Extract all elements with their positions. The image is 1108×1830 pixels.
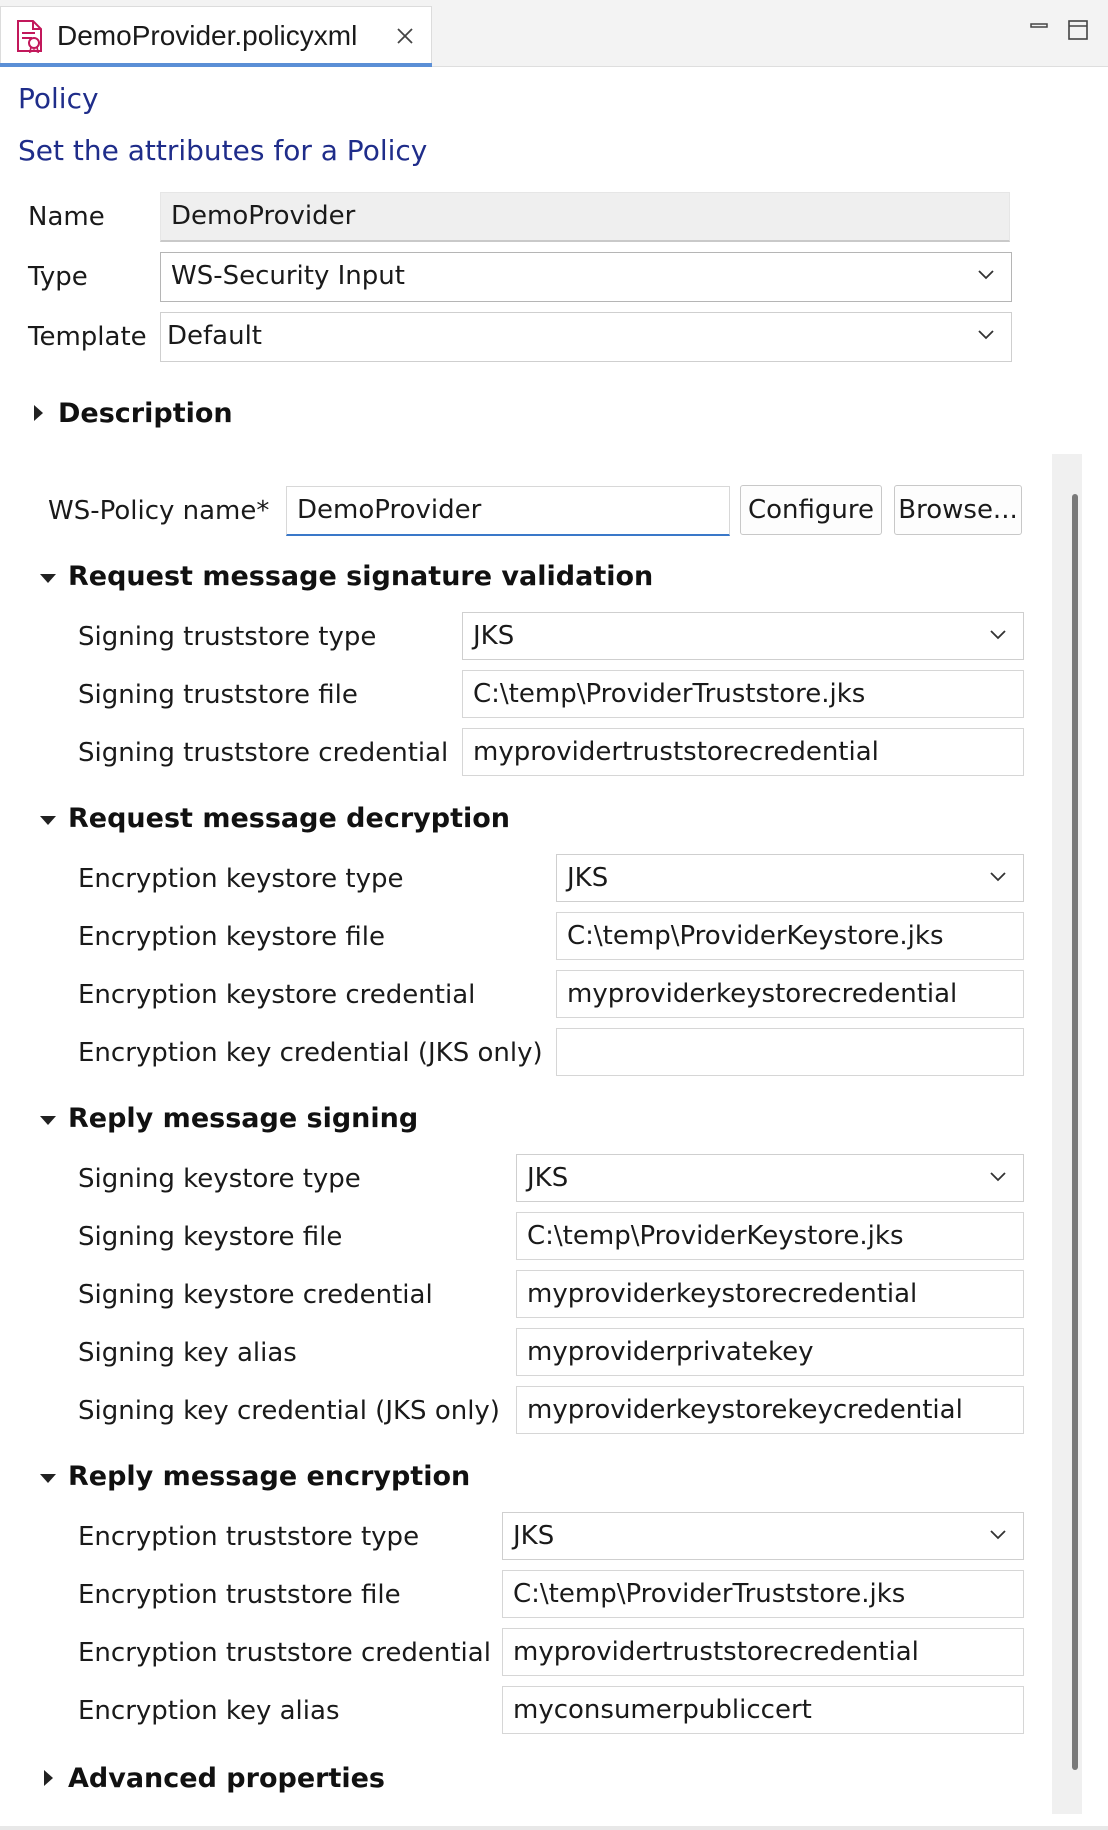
signing-truststore-type-label: Signing truststore type <box>78 622 377 652</box>
type-value: WS-Security Input <box>171 261 405 291</box>
signing-key-credential-label: Signing key credential (JKS only) <box>78 1396 500 1426</box>
signing-truststore-credential-input[interactable]: myprovidertruststorecredential <box>462 728 1024 776</box>
signing-key-credential-value: myproviderkeystorekeycredential <box>527 1395 963 1425</box>
reply-encryption-section[interactable]: Reply message encryption <box>68 1460 470 1494</box>
encryption-keystore-credential-input[interactable]: myproviderkeystorecredential <box>556 970 1024 1018</box>
signing-keystore-type-label: Signing keystore type <box>78 1164 361 1194</box>
chevron-down-icon <box>990 630 1006 640</box>
encryption-key-alias-label: Encryption key alias <box>78 1696 340 1726</box>
signing-truststore-type-select[interactable]: JKS <box>462 612 1024 660</box>
reply-signing-section[interactable]: Reply message signing <box>68 1102 418 1136</box>
collapse-icon[interactable] <box>40 1474 56 1483</box>
ws-policy-value: DemoProvider <box>297 495 482 525</box>
chevron-down-icon <box>990 1530 1006 1540</box>
encryption-keystore-file-label: Encryption keystore file <box>78 922 385 952</box>
signing-keystore-type-select[interactable]: JKS <box>516 1154 1024 1202</box>
encryption-keystore-file-value: C:\temp\ProviderKeystore.jks <box>567 921 944 951</box>
template-label: Template <box>28 322 147 352</box>
description-section[interactable]: Description <box>58 397 233 431</box>
signing-key-alias-label: Signing key alias <box>78 1338 297 1368</box>
signing-key-alias-input[interactable]: myproviderprivatekey <box>516 1328 1024 1376</box>
type-label: Type <box>28 262 88 292</box>
encryption-key-credential-label: Encryption key credential (JKS only) <box>78 1038 543 1068</box>
encryption-truststore-type-select[interactable]: JKS <box>502 1512 1024 1560</box>
collapse-icon[interactable] <box>40 574 56 583</box>
encryption-truststore-type-value: JKS <box>513 1521 555 1551</box>
encryption-truststore-type-label: Encryption truststore type <box>78 1522 420 1552</box>
encryption-truststore-credential-label: Encryption truststore credential <box>78 1638 491 1668</box>
signing-truststore-type-value: JKS <box>473 621 515 651</box>
encryption-keystore-type-select[interactable]: JKS <box>556 854 1024 902</box>
name-label: Name <box>28 202 105 232</box>
chevron-down-icon <box>990 1172 1006 1182</box>
ws-policy-input[interactable]: DemoProvider <box>286 486 730 536</box>
collapse-icon[interactable] <box>40 816 56 825</box>
ws-policy-label: WS-Policy name* <box>48 496 270 526</box>
window-bottom-border <box>0 1826 1108 1830</box>
signing-keystore-file-label: Signing keystore file <box>78 1222 343 1252</box>
scrollbar-thumb[interactable] <box>1072 494 1078 1770</box>
tab-title: DemoProvider.policyxml <box>57 20 358 51</box>
encryption-keystore-credential-label: Encryption keystore credential <box>78 980 476 1010</box>
chevron-down-icon <box>978 270 994 280</box>
minimize-icon[interactable] <box>1028 18 1050 40</box>
template-value: Default <box>167 321 262 351</box>
policy-file-icon <box>15 19 45 54</box>
chevron-down-icon <box>990 872 1006 882</box>
encryption-keystore-type-value: JKS <box>567 863 609 893</box>
request-decryption-section[interactable]: Request message decryption <box>68 802 510 836</box>
encryption-truststore-file-value: C:\temp\ProviderTruststore.jks <box>513 1579 906 1609</box>
signing-keystore-credential-label: Signing keystore credential <box>78 1280 433 1310</box>
signing-keystore-file-value: C:\temp\ProviderKeystore.jks <box>527 1221 904 1251</box>
encryption-keystore-credential-value: myproviderkeystorecredential <box>567 979 958 1009</box>
encryption-truststore-credential-value: myprovidertruststorecredential <box>513 1637 919 1667</box>
configure-button[interactable]: Configure <box>740 485 882 535</box>
encryption-truststore-file-input[interactable]: C:\temp\ProviderTruststore.jks <box>502 1570 1024 1618</box>
editor-tab[interactable]: DemoProvider.policyxml <box>0 6 432 67</box>
signing-key-alias-value: myproviderprivatekey <box>527 1337 814 1367</box>
expand-icon[interactable] <box>34 405 43 421</box>
signing-keystore-file-input[interactable]: C:\temp\ProviderKeystore.jks <box>516 1212 1024 1260</box>
encryption-key-alias-input[interactable]: myconsumerpubliccert <box>502 1686 1024 1734</box>
signing-truststore-credential-label: Signing truststore credential <box>78 738 449 768</box>
page-title: Policy <box>18 82 99 115</box>
maximize-icon[interactable] <box>1066 18 1090 42</box>
signing-truststore-file-input[interactable]: C:\temp\ProviderTruststore.jks <box>462 670 1024 718</box>
encryption-truststore-file-label: Encryption truststore file <box>78 1580 401 1610</box>
signing-keystore-credential-input[interactable]: myproviderkeystorecredential <box>516 1270 1024 1318</box>
advanced-properties-section[interactable]: Advanced properties <box>68 1762 385 1796</box>
expand-icon[interactable] <box>44 1770 53 1786</box>
signing-truststore-credential-value: myprovidertruststorecredential <box>473 737 879 767</box>
chevron-down-icon <box>978 330 994 340</box>
collapse-icon[interactable] <box>40 1116 56 1125</box>
signing-keystore-type-value: JKS <box>527 1163 569 1193</box>
encryption-keystore-file-input[interactable]: C:\temp\ProviderKeystore.jks <box>556 912 1024 960</box>
signing-truststore-file-label: Signing truststore file <box>78 680 358 710</box>
name-field: DemoProvider <box>160 192 1010 242</box>
signing-keystore-credential-value: myproviderkeystorecredential <box>527 1279 918 1309</box>
encryption-keystore-type-label: Encryption keystore type <box>78 864 404 894</box>
signing-key-credential-input[interactable]: myproviderkeystorekeycredential <box>516 1386 1024 1434</box>
page-subtitle: Set the attributes for a Policy <box>18 134 428 167</box>
encryption-key-credential-input[interactable] <box>556 1028 1024 1076</box>
template-select[interactable]: Default <box>160 312 1012 362</box>
type-select[interactable]: WS-Security Input <box>160 252 1012 302</box>
close-icon[interactable] <box>395 26 415 46</box>
request-signature-section[interactable]: Request message signature validation <box>68 560 653 594</box>
browse-button[interactable]: Browse... <box>894 485 1022 535</box>
name-value: DemoProvider <box>171 201 356 231</box>
encryption-truststore-credential-input[interactable]: myprovidertruststorecredential <box>502 1628 1024 1676</box>
encryption-key-alias-value: myconsumerpubliccert <box>513 1695 812 1725</box>
active-tab-indicator <box>0 63 432 67</box>
signing-truststore-file-value: C:\temp\ProviderTruststore.jks <box>473 679 866 709</box>
